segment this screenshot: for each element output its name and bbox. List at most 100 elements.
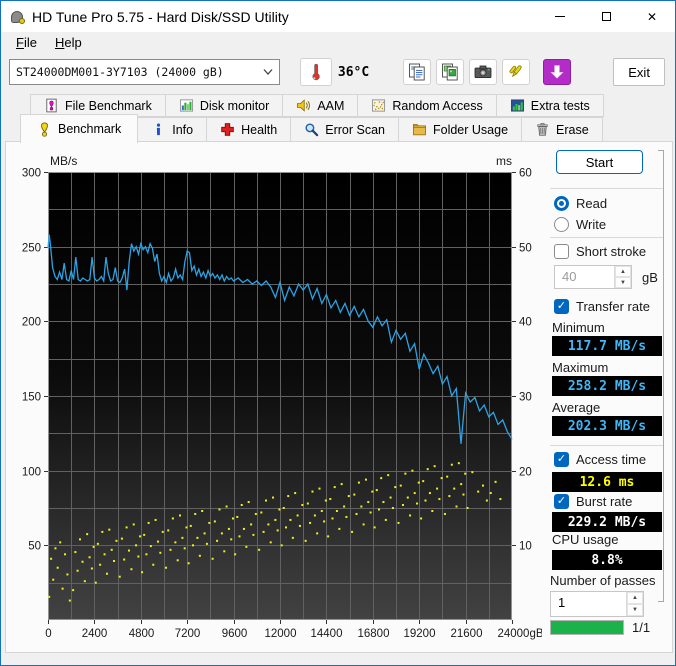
passes-value: 1 — [558, 595, 566, 610]
svg-text:24000gB: 24000gB — [497, 628, 542, 640]
progress-label: 1/1 — [632, 620, 651, 635]
copy-image-button[interactable] — [436, 59, 465, 85]
spin-up-button[interactable]: ▲ — [615, 266, 631, 277]
file-benchmark-icon — [44, 98, 59, 113]
extra-tests-icon — [510, 98, 525, 113]
access-time-display: 12.6 ms — [552, 472, 662, 492]
maximize-icon — [601, 12, 611, 21]
spin-up-button[interactable]: ▲ — [627, 592, 643, 604]
left-axis-unit: MB/s — [50, 154, 77, 168]
write-label: Write — [576, 217, 607, 232]
exit-button[interactable]: Exit — [613, 58, 666, 86]
svg-text:250: 250 — [22, 243, 41, 255]
svg-text:0: 0 — [45, 628, 51, 640]
tab-folder-usage[interactable]: Folder Usage — [397, 117, 523, 142]
number-of-passes-label: Number of passes — [550, 573, 656, 588]
app-icon — [10, 9, 26, 25]
tab-label: File Benchmark — [65, 98, 152, 113]
drive-select-value: ST24000DM001-3Y7103 (24000 gB) — [16, 65, 224, 79]
svg-text:200: 200 — [22, 317, 41, 329]
tab-erase[interactable]: Erase — [521, 117, 603, 142]
separator — [550, 188, 663, 189]
svg-text:40: 40 — [519, 317, 532, 329]
tab-label: Folder Usage — [432, 122, 509, 137]
svg-text:7200: 7200 — [175, 628, 201, 640]
maximum-label: Maximum — [552, 360, 609, 375]
tab-label: Benchmark — [58, 122, 122, 136]
update-button[interactable] — [543, 59, 572, 85]
menu-help[interactable]: Help — [46, 33, 91, 52]
separator — [550, 445, 663, 446]
svg-text:2400: 2400 — [82, 628, 108, 640]
short-stroke-checkbox[interactable]: Short stroke — [554, 244, 646, 259]
benchmark-page: 300 250 200 150 100 50 60 50 40 30 20 10 0 2400 4800 72… — [5, 141, 673, 653]
read-radio[interactable]: Read — [554, 196, 607, 211]
start-button[interactable]: Start — [556, 150, 643, 174]
short-stroke-checkbox-box[interactable] — [554, 244, 569, 259]
copy-image-icon — [440, 62, 460, 82]
tab-label: Random Access — [392, 98, 483, 113]
tab-disk-monitor[interactable]: Disk monitor — [164, 94, 284, 117]
health-icon — [220, 122, 235, 137]
write-radio-circle[interactable] — [554, 217, 569, 232]
svg-text:50: 50 — [28, 541, 41, 553]
temperature-button[interactable] — [300, 58, 332, 86]
tab-health[interactable]: Health — [206, 117, 292, 142]
write-radio[interactable]: Write — [554, 217, 606, 232]
menu-file[interactable]: File — [7, 33, 46, 52]
tab-aam[interactable]: AAM — [282, 94, 359, 117]
svg-text:150: 150 — [22, 392, 41, 404]
close-button[interactable]: ✕ — [629, 1, 675, 32]
transfer-rate-label: Transfer rate — [576, 299, 650, 314]
tab-random-access[interactable]: Random Access — [357, 94, 497, 117]
svg-text:12000: 12000 — [265, 628, 297, 640]
progress-bar — [550, 620, 624, 635]
tab-benchmark[interactable]: Benchmark — [20, 114, 139, 143]
read-label: Read — [576, 196, 608, 211]
maximum-display: 258.2 MB/s — [552, 376, 662, 396]
burst-rate-checkbox-box[interactable]: ✓ — [554, 494, 569, 509]
svg-text:21600: 21600 — [451, 628, 483, 640]
svg-text:30: 30 — [519, 392, 532, 404]
access-time-checkbox-box[interactable]: ✓ — [554, 452, 569, 467]
tab-label: Extra tests — [530, 98, 590, 113]
title-bar: HD Tune Pro 5.75 - Hard Disk/SSD Utility… — [1, 1, 675, 32]
chevron-down-icon — [263, 69, 273, 75]
toolbar: ST24000DM001-3Y7103 (24000 gB) 36°C Exit — [1, 53, 675, 91]
minimum-label: Minimum — [552, 320, 605, 335]
aam-icon — [296, 98, 311, 113]
transfer-rate-checkbox-box[interactable]: ✓ — [554, 299, 569, 314]
minimum-display: 117.7 MB/s — [552, 336, 662, 356]
short-stroke-size-field[interactable]: 40 ▲ ▼ — [554, 265, 632, 289]
separator — [550, 237, 663, 238]
spin-down-button[interactable]: ▼ — [615, 277, 631, 288]
save-results-button[interactable] — [502, 59, 531, 85]
svg-text:9600: 9600 — [222, 628, 248, 640]
error-scan-icon — [304, 122, 319, 137]
copy-text-button[interactable] — [403, 59, 432, 85]
access-time-checkbox[interactable]: ✓ Access time — [554, 452, 646, 467]
short-stroke-size-value: 40 — [562, 269, 577, 284]
tab-info[interactable]: Info — [137, 117, 208, 142]
benchmark-icon — [37, 122, 52, 137]
burst-rate-checkbox[interactable]: ✓ Burst rate — [554, 494, 632, 509]
svg-text:50: 50 — [519, 243, 532, 255]
spin-down-button[interactable]: ▼ — [627, 604, 643, 616]
screenshot-button[interactable] — [469, 59, 498, 85]
average-label: Average — [552, 400, 601, 415]
svg-text:60: 60 — [519, 168, 532, 180]
svg-text:10: 10 — [519, 541, 532, 553]
transfer-rate-checkbox[interactable]: ✓ Transfer rate — [554, 299, 650, 314]
passes-field[interactable]: 1 ▲ ▼ — [550, 591, 644, 617]
tab-error-scan[interactable]: Error Scan — [290, 117, 399, 142]
app-window: HD Tune Pro 5.75 - Hard Disk/SSD Utility… — [0, 0, 676, 666]
tab-label: Erase — [556, 122, 589, 137]
read-radio-circle[interactable] — [554, 196, 569, 211]
toolbar-buttons — [403, 59, 572, 85]
camera-icon — [473, 62, 493, 82]
drive-select[interactable]: ST24000DM001-3Y7103 (24000 gB) — [9, 59, 280, 85]
minimize-button[interactable] — [537, 1, 583, 32]
erase-icon — [535, 122, 550, 137]
maximize-button[interactable] — [583, 1, 629, 32]
tab-extra-tests[interactable]: Extra tests — [495, 94, 604, 117]
